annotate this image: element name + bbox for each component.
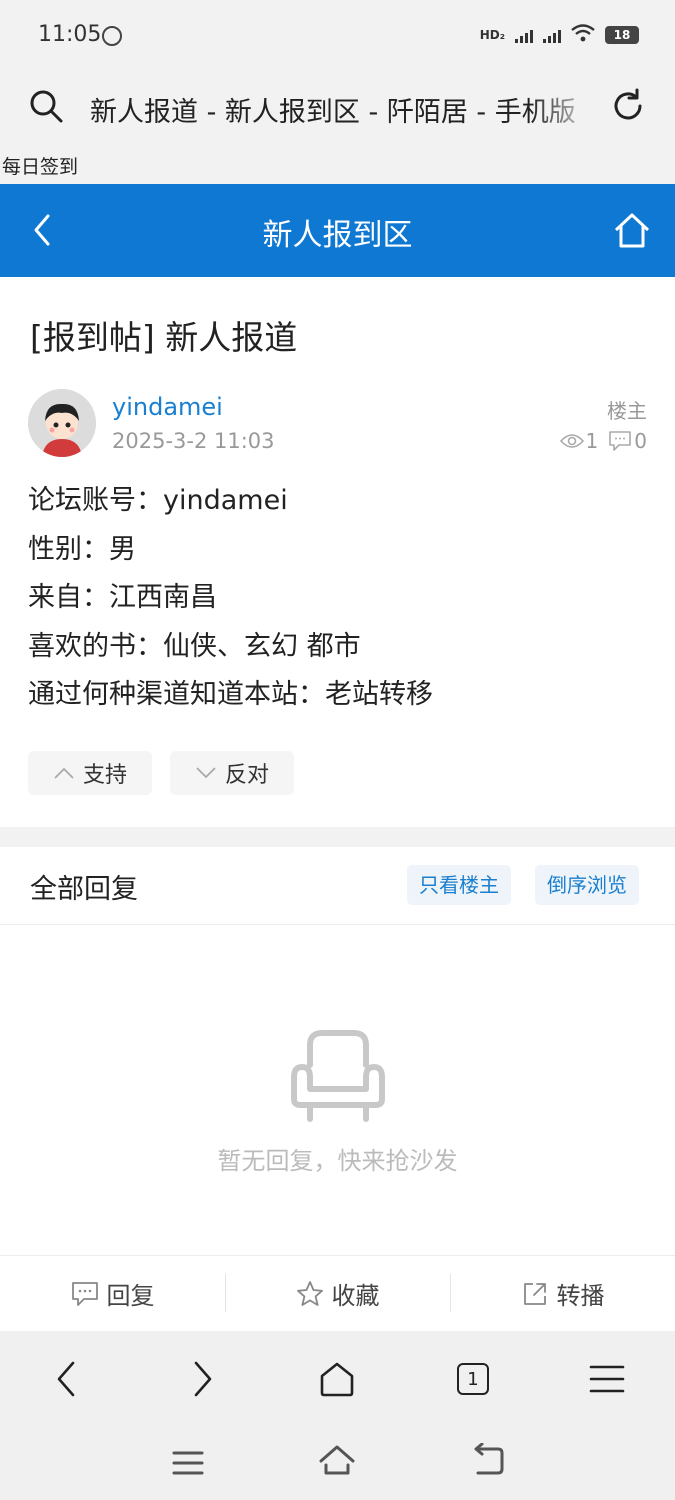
author-name[interactable]: yindamei — [112, 393, 223, 421]
share-button[interactable]: 转播 — [450, 1256, 675, 1331]
reply-label: 回复 — [106, 1282, 155, 1310]
content-line: 性别：男 — [28, 533, 136, 565]
signal-icon — [515, 27, 533, 43]
replies-header: 全部回复 只看楼主 倒序浏览 — [0, 847, 675, 925]
home-icon[interactable] — [612, 210, 652, 250]
comments-stat: 0 — [608, 429, 647, 453]
section-divider — [0, 827, 675, 847]
wifi-icon — [571, 24, 595, 45]
favorite-label: 收藏 — [331, 1282, 380, 1310]
forum-header: 新人报到区 — [0, 184, 675, 277]
url-fade — [530, 86, 600, 130]
system-home-icon[interactable] — [317, 1443, 357, 1479]
browser-nav-bar: 1 — [0, 1331, 675, 1425]
support-label: 支持 — [82, 763, 127, 788]
star-icon — [296, 1280, 323, 1306]
external-share-icon — [523, 1282, 546, 1305]
post-action-bar: 回复 收藏 转播 — [0, 1255, 675, 1331]
browser-home-icon[interactable] — [315, 1357, 359, 1401]
status-time: 11:05 — [38, 22, 102, 47]
status-indicators: HD₂ 18 — [480, 24, 639, 45]
hd-icon: HD₂ — [479, 27, 505, 42]
post: [报到帖] 新人报道 yindamei 2025-3-2 11:03 楼主 1 … — [0, 277, 675, 827]
comments-count: 0 — [634, 429, 647, 453]
tab-count: 1 — [457, 1363, 489, 1395]
favorite-button[interactable]: 收藏 — [225, 1256, 450, 1331]
share-label: 转播 — [556, 1282, 605, 1310]
daily-checkin-link[interactable]: 每日签到 — [0, 152, 675, 184]
floor-label: 楼主 — [607, 399, 647, 423]
status-bar: 11:05 HD₂ 18 — [0, 0, 675, 72]
content-line: 通过何种渠道知道本站：老站转移 — [28, 679, 433, 710]
views-stat: 1 — [559, 429, 599, 453]
content-line: 来自：江西南昌 — [28, 582, 217, 613]
support-button[interactable]: 支持 — [28, 751, 152, 795]
content-line: 喜欢的书：仙侠、玄幻 都市 — [28, 630, 361, 662]
avatar[interactable] — [28, 389, 96, 457]
oppose-button[interactable]: 反对 — [170, 751, 294, 795]
views-count: 1 — [585, 429, 599, 453]
browser-back-icon[interactable] — [45, 1357, 89, 1401]
reply-button[interactable]: 回复 — [0, 1256, 225, 1331]
post-date: 2025-3-2 11:03 — [112, 429, 275, 453]
sofa-icon — [291, 1030, 385, 1122]
forum-title: 新人报到区 — [262, 218, 413, 253]
replies-title: 全部回复 — [30, 874, 138, 905]
menu-icon[interactable] — [585, 1357, 629, 1401]
signal-5g-icon — [543, 27, 561, 43]
alarm-icon — [102, 26, 122, 46]
tabs-button[interactable]: 1 — [451, 1357, 495, 1401]
empty-replies-text: 暂无回复，快来抢沙发 — [217, 1147, 458, 1175]
comment-icon — [71, 1281, 98, 1306]
content-line: 论坛账号：yindamei — [28, 485, 288, 516]
only-op-button[interactable]: 只看楼主 — [407, 865, 511, 905]
post-content: 论坛账号：yindamei 性别：男 来自：江西南昌 喜欢的书：仙侠、玄幻 都市… — [28, 477, 433, 720]
post-stats: 1 0 — [559, 429, 647, 453]
system-nav-bar — [0, 1425, 675, 1500]
search-icon[interactable] — [28, 88, 64, 124]
replies-empty-state: 暂无回复，快来抢沙发 — [0, 925, 675, 1255]
browser-url-bar[interactable]: 新人报道 - 新人报到区 - 阡陌居 - 手机版 — [0, 72, 675, 152]
refresh-icon[interactable] — [610, 88, 646, 124]
system-back-icon[interactable] — [468, 1443, 508, 1479]
vote-row: 支持 反对 — [28, 751, 294, 795]
browser-forward-icon[interactable] — [180, 1357, 224, 1401]
comment-icon — [609, 431, 632, 451]
eye-icon — [559, 434, 584, 448]
battery-icon: 18 — [605, 25, 639, 44]
recent-apps-icon[interactable] — [168, 1445, 208, 1481]
chevron-down-icon — [196, 767, 216, 779]
url-text[interactable]: 新人报道 - 新人报到区 - 阡陌居 - 手机版 — [90, 90, 590, 126]
post-title: [报到帖] 新人报道 — [30, 318, 298, 357]
oppose-label: 反对 — [224, 763, 269, 788]
reverse-order-button[interactable]: 倒序浏览 — [535, 865, 639, 905]
chevron-up-icon — [54, 767, 74, 779]
